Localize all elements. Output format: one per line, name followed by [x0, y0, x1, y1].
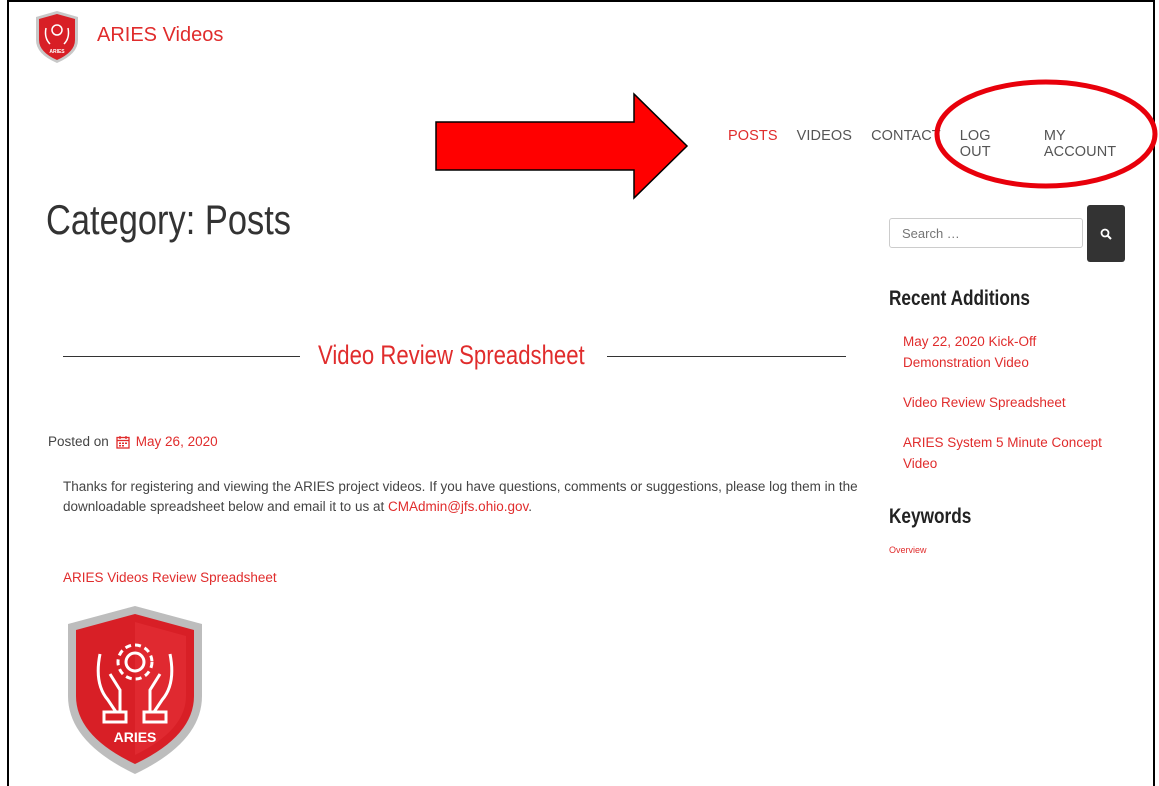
svg-text:ARIES: ARIES: [114, 729, 157, 745]
post-body-end: .: [528, 499, 532, 514]
nav-posts[interactable]: POSTS: [728, 128, 778, 160]
title-rule-right: [607, 356, 846, 357]
post-meta: Posted on May 26, 2020: [48, 434, 218, 449]
red-arrow-annotation: [435, 92, 689, 200]
title-rule-left: [63, 356, 300, 357]
search-input[interactable]: [889, 218, 1083, 248]
search-button[interactable]: [1087, 205, 1125, 262]
aries-logo-icon[interactable]: ARIES: [34, 10, 80, 64]
search-icon: [1100, 228, 1112, 240]
keywords-heading: Keywords: [889, 505, 972, 528]
recent-link-spreadsheet[interactable]: Video Review Spreadsheet: [903, 392, 1123, 413]
page-title: Category: Posts: [46, 196, 292, 243]
recent-link-kickoff[interactable]: May 22, 2020 Kick-Off Demonstration Vide…: [903, 331, 1123, 373]
aries-shield-logo: ARIES: [68, 606, 202, 774]
post-title[interactable]: Video Review Spreadsheet: [318, 340, 585, 371]
red-ellipse-annotation: [934, 79, 1158, 189]
post-date-link[interactable]: May 26, 2020: [136, 434, 218, 449]
nav-videos[interactable]: VIDEOS: [797, 128, 852, 160]
site-title-link[interactable]: ARIES Videos: [97, 24, 223, 47]
calendar-icon: [116, 435, 130, 449]
recent-additions-heading: Recent Additions: [889, 287, 1030, 310]
posted-on-label: Posted on: [48, 434, 109, 449]
email-link[interactable]: CMAdmin@jfs.ohio.gov: [388, 499, 528, 514]
nav-contact[interactable]: CONTACT: [871, 128, 941, 160]
svg-text:ARIES: ARIES: [49, 49, 65, 55]
post-body: Thanks for registering and viewing the A…: [63, 477, 863, 517]
keyword-overview[interactable]: Overview: [889, 545, 927, 555]
spreadsheet-download-link[interactable]: ARIES Videos Review Spreadsheet: [63, 570, 277, 585]
recent-link-concept-video[interactable]: ARIES System 5 Minute Concept Video: [903, 432, 1123, 474]
